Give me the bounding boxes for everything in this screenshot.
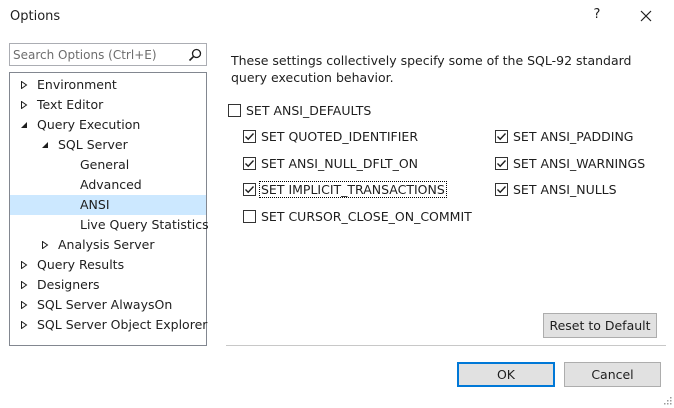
checkbox-box[interactable] — [243, 182, 256, 196]
checkmark-icon — [245, 132, 255, 140]
checkbox-set-cursor-close-on-commit[interactable]: SET CURSOR_CLOSE_ON_COMMIT — [243, 208, 473, 224]
tree-item-analysis-server[interactable]: Analysis Server — [10, 235, 206, 255]
tree-item-text-editor[interactable]: Text Editor — [10, 95, 206, 115]
ok-button-label: OK — [496, 367, 516, 382]
checkbox-set-ansi-padding[interactable]: SET ANSI_PADDING — [495, 128, 634, 144]
tree-item-advanced[interactable]: Advanced — [10, 175, 206, 195]
checkbox-box[interactable] — [243, 209, 256, 223]
tree-item-sql-server[interactable]: SQL Server — [10, 135, 206, 155]
expand-arrow-icon[interactable] — [20, 281, 28, 289]
tree-item-sql-server-alwayson[interactable]: SQL Server AlwaysOn — [10, 295, 206, 315]
collapse-arrow-icon[interactable] — [41, 141, 49, 149]
tree-item-label: Analysis Server — [58, 237, 155, 252]
options-dialog: Options ? Environment Text Editor Query … — [0, 0, 674, 406]
tree-item-label: Advanced — [80, 177, 142, 192]
search-icon[interactable] — [188, 48, 202, 65]
expand-arrow-icon[interactable] — [20, 321, 28, 329]
dialog-title: Options — [10, 9, 61, 24]
divider — [226, 345, 666, 346]
tree-item-designers[interactable]: Designers — [10, 275, 206, 295]
collapse-arrow-icon[interactable] — [20, 121, 28, 129]
tree-item-label: SQL Server AlwaysOn — [37, 297, 173, 312]
checkbox-label: SET ANSI_PADDING — [513, 128, 634, 144]
tree-item-label: Live Query Statistics — [80, 217, 209, 232]
checkbox-label: SET ANSI_NULL_DFLT_ON — [261, 155, 419, 171]
help-button[interactable]: ? — [591, 7, 603, 22]
panel-description: These settings collectively specify some… — [231, 53, 632, 85]
checkbox-box[interactable] — [228, 103, 241, 117]
checkbox-label: SET IMPLICIT_TRANSACTIONS — [259, 180, 447, 198]
tree-item-sql-server-object-explorer[interactable]: SQL Server Object Explorer — [10, 315, 208, 335]
expand-arrow-icon[interactable] — [41, 241, 49, 249]
checkmark-icon — [245, 159, 255, 167]
expand-arrow-icon[interactable] — [20, 81, 28, 89]
tree-item-label: General — [80, 157, 130, 172]
search-box — [9, 43, 207, 66]
checkbox-set-ansi-warnings[interactable]: SET ANSI_WARNINGS — [495, 155, 646, 171]
tree-item-query-results[interactable]: Query Results — [10, 255, 206, 275]
checkmark-icon — [497, 185, 507, 193]
tree-item-label: Designers — [37, 277, 100, 292]
cancel-button-label: Cancel — [591, 367, 634, 382]
reset-to-default-button[interactable]: Reset to Default — [543, 313, 657, 338]
checkbox-box[interactable] — [495, 129, 508, 143]
checkmark-icon — [245, 185, 255, 193]
checkbox-set-ansi-null-dflt-on[interactable]: SET ANSI_NULL_DFLT_ON — [243, 155, 419, 171]
checkbox-label: SET QUOTED_IDENTIFIER — [261, 128, 419, 144]
tree-item-general[interactable]: General — [10, 155, 206, 175]
close-icon[interactable] — [638, 8, 654, 24]
checkbox-box[interactable] — [495, 156, 508, 170]
tree-item-environment[interactable]: Environment — [10, 75, 206, 95]
cancel-button[interactable]: Cancel — [564, 362, 661, 387]
checkbox-set-implicit-transactions[interactable]: SET IMPLICIT_TRANSACTIONS — [243, 180, 447, 198]
checkbox-label: SET ANSI_NULLS — [513, 181, 617, 197]
checkbox-label: SET ANSI_DEFAULTS — [246, 102, 372, 118]
search-input[interactable] — [13, 47, 183, 62]
checkbox-box[interactable] — [243, 129, 256, 143]
tree-item-ansi[interactable]: ANSI — [10, 195, 206, 215]
tree-item-label: Text Editor — [37, 97, 104, 112]
checkbox-set-quoted-identifier[interactable]: SET QUOTED_IDENTIFIER — [243, 128, 419, 144]
expand-arrow-icon[interactable] — [20, 261, 28, 269]
checkbox-set-ansi-nulls[interactable]: SET ANSI_NULLS — [495, 181, 618, 197]
tree-item-label: SQL Server Object Explorer — [37, 317, 208, 332]
tree-item-live-query-statistics[interactable]: Live Query Statistics — [10, 215, 209, 235]
checkbox-label: SET ANSI_WARNINGS — [513, 155, 646, 171]
tree-item-label: ANSI — [80, 197, 110, 212]
tree-item-query-execution[interactable]: Query Execution — [10, 115, 206, 135]
expand-arrow-icon[interactable] — [20, 301, 28, 309]
checkbox-set-ansi-defaults[interactable]: SET ANSI_DEFAULTS — [228, 102, 372, 118]
options-tree: Environment Text Editor Query Execution … — [9, 72, 209, 346]
checkbox-box[interactable] — [243, 156, 256, 170]
tree-item-label: Query Results — [37, 257, 125, 272]
tree-item-label: Query Execution — [37, 117, 141, 132]
checkbox-label: SET CURSOR_CLOSE_ON_COMMIT — [261, 208, 472, 224]
tree-item-label: SQL Server — [58, 137, 128, 152]
resize-grip-icon[interactable] — [662, 394, 672, 405]
expand-arrow-icon[interactable] — [20, 101, 28, 109]
checkmark-icon — [497, 159, 507, 167]
ok-button[interactable]: OK — [457, 362, 555, 387]
tree-item-label: Environment — [37, 77, 117, 92]
checkmark-icon — [497, 132, 507, 140]
checkbox-box[interactable] — [495, 182, 508, 196]
reset-button-label: Reset to Default — [549, 318, 651, 333]
